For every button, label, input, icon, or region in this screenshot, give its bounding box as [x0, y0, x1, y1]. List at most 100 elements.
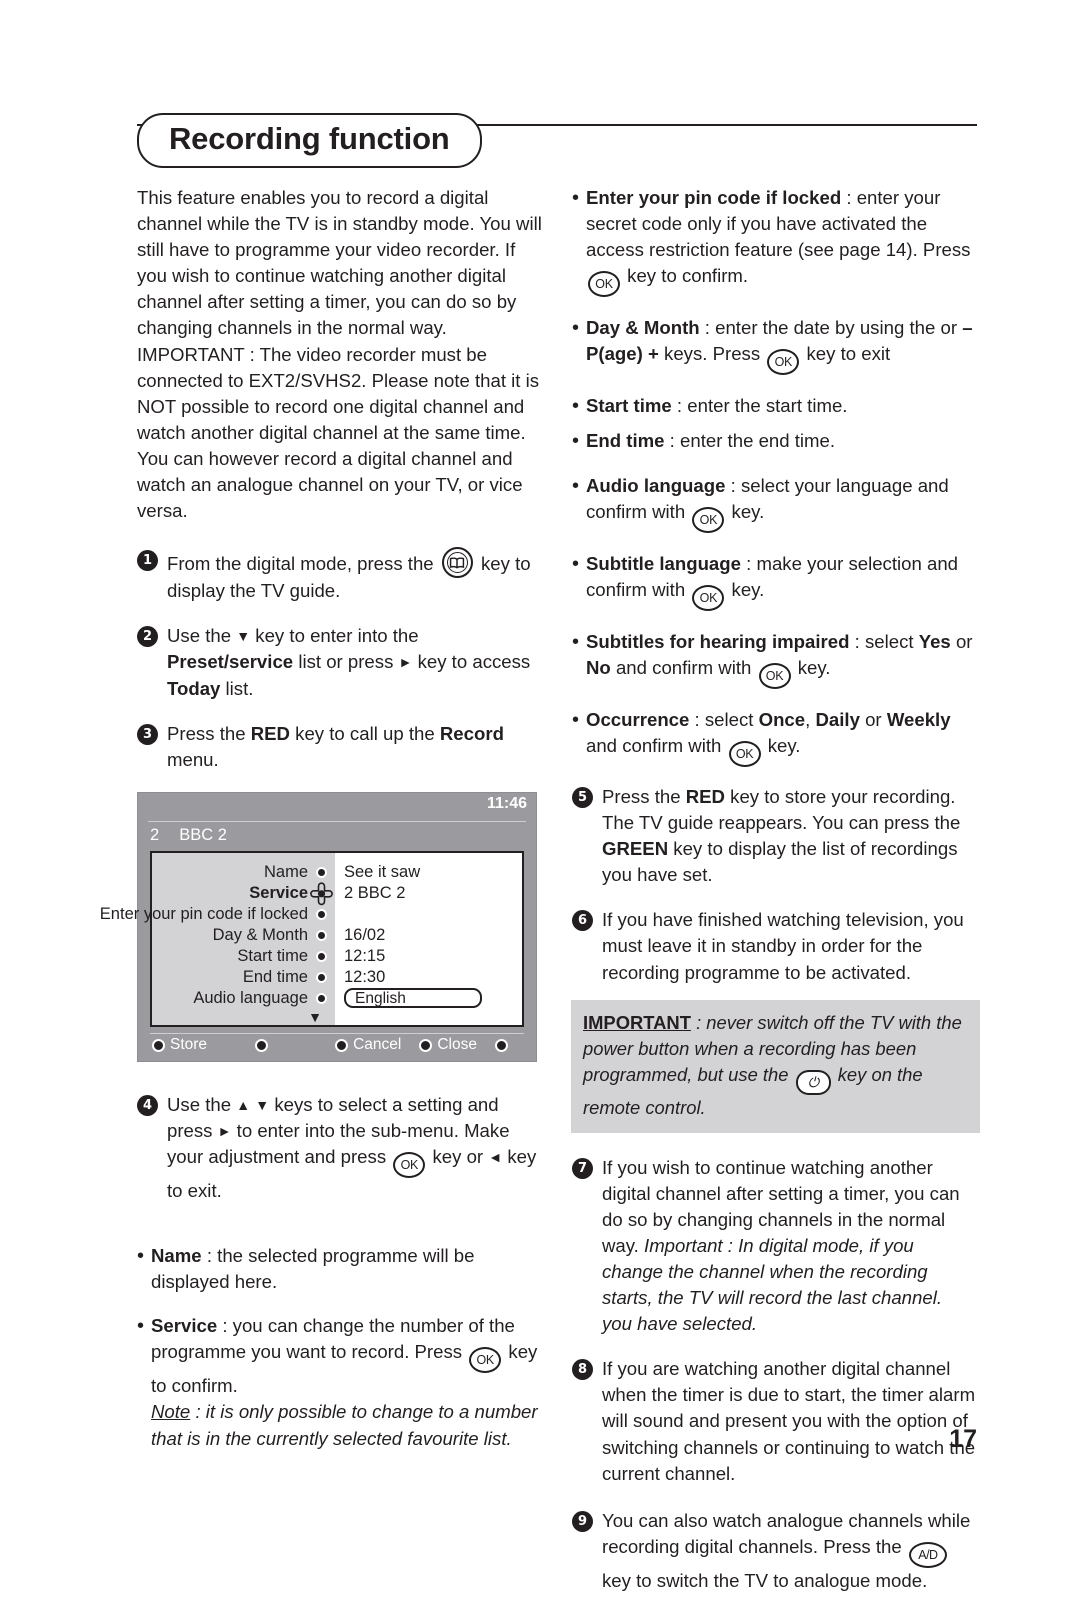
tv-value-audio-language[interactable]: English: [344, 987, 482, 1008]
bullet-start-time-text: enter the start time.: [687, 395, 848, 417]
bullet-subtitles-bold-no: No: [586, 656, 611, 678]
ok-key-icon: OK: [728, 740, 761, 767]
tv-key-store-label: Store: [170, 1036, 208, 1054]
tv-key-cancel[interactable]: Cancel: [335, 1036, 401, 1054]
arrow-down-icon: ▼: [236, 628, 251, 645]
tv-row-end-time[interactable]: End time: [152, 967, 335, 988]
step-9: 9 You can also watch analogue channels w…: [572, 1508, 977, 1594]
bullet-subtitles-hearing-impaired: • Subtitles for hearing impaired : selec…: [572, 629, 977, 689]
bullet-subtitles-text: select: [864, 630, 914, 652]
bullet-pin-code: • Enter your pin code if locked : enter …: [572, 185, 977, 298]
ok-key-icon: OK: [758, 662, 791, 689]
tv-footer-divider: [150, 1032, 524, 1034]
bullet-dot-icon: •: [572, 187, 580, 209]
bullet-occurrence-bold-once: Once: [758, 708, 806, 730]
step-1-body: From the digital mode, press the key to …: [167, 547, 542, 604]
tv-channel-name: BBC 2: [179, 825, 227, 844]
tv-row-pin-label: Enter your pin code if locked: [99, 904, 308, 923]
ok-key-icon: OK: [767, 349, 800, 376]
step-2-bold-preset-service: Preset/service: [167, 651, 294, 673]
step-9-body: You can also watch analogue channels whi…: [602, 1508, 977, 1594]
bullet-pin-code-text2: key to confirm.: [627, 265, 749, 287]
bullet-end-time-sep: :: [664, 430, 681, 452]
tv-clock: 11:46: [486, 794, 527, 812]
bullet-pin-code-label: Enter your pin code if locked: [586, 187, 842, 208]
tv-key-5[interactable]: [494, 1038, 513, 1052]
step-3: 3 Press the RED key to call up the Recor…: [137, 721, 542, 773]
step-4-text-a: Use the: [167, 1093, 232, 1115]
bullet-end-time: • End time : enter the end time.: [572, 428, 977, 454]
book-glyph: [450, 557, 465, 569]
arrow-right-icon: ►: [217, 1122, 232, 1139]
tv-guide-icon: [441, 547, 473, 579]
bullet-subtitle-language-label: Subtitle language: [586, 552, 741, 574]
bullet-occurrence-label: Occurrence: [586, 708, 690, 730]
bullet-name-body: Name : the selected programme will be di…: [151, 1243, 542, 1295]
step-5-body: Press the RED key to store your recordin…: [602, 784, 977, 888]
tv-row-audio-language[interactable]: Audio language: [152, 988, 335, 1009]
tv-key-close[interactable]: Close: [419, 1036, 477, 1054]
step-4: 4 Use the ▲ ▼ keys to select a setting a…: [137, 1092, 542, 1204]
bullet-service-sep: :: [217, 1315, 233, 1337]
tv-key-2[interactable]: [255, 1038, 273, 1052]
bullet-subtitle-language-text2: key.: [731, 578, 765, 600]
bullet-name-label: Name: [151, 1245, 202, 1267]
tv-key-close-label: Close: [437, 1036, 477, 1054]
bullet-dot-icon: •: [572, 395, 580, 418]
bullet-occurrence-bold-weekly: Weekly: [886, 708, 951, 730]
color-key-dot-icon: [152, 1038, 165, 1052]
tv-row-day-month[interactable]: Day & Month: [152, 925, 335, 946]
bullet-subtitles-text2: or: [955, 630, 973, 652]
bullet-occurrence-sep: :: [689, 708, 705, 730]
bullet-day-month-text2: keys. Press: [664, 343, 761, 365]
step-2-text-c: list or press: [298, 651, 394, 673]
step-6: 6 If you have finished watching televisi…: [572, 907, 977, 985]
bullet-dot-icon: •: [572, 430, 580, 453]
step-1: 1 From the digital mode, press the key t…: [137, 547, 542, 604]
bullet-subtitle-language-sep: :: [740, 552, 757, 574]
step-5-number: 5: [572, 786, 593, 808]
step-3-bold-red: RED: [250, 722, 290, 744]
bullet-occurrence-text2: or: [865, 708, 882, 730]
tv-key-cancel-label: Cancel: [353, 1036, 402, 1054]
bullet-day-month-label: Day & Month: [586, 317, 700, 339]
color-key-dot-icon: [335, 1038, 349, 1052]
color-key-dot-icon: [494, 1038, 508, 1052]
bullet-dot-icon: •: [137, 1315, 145, 1338]
bullet-pin-code-body: Enter your pin code if locked : enter yo…: [586, 185, 977, 298]
bullet-audio-language: • Audio language : select your language …: [572, 473, 977, 533]
tv-row-start-time[interactable]: Start time: [152, 946, 335, 967]
step-2-text-b: key to enter into the: [255, 625, 419, 647]
step-6-number: 6: [572, 910, 593, 932]
bullet-start-time-label: Start time: [586, 395, 672, 417]
ok-key-icon: OK: [692, 584, 725, 611]
page-number: 17: [949, 1425, 977, 1453]
tv-value-pin: [344, 904, 522, 925]
ok-key-icon: OK: [692, 506, 725, 533]
navigation-cursor-icon: [308, 880, 335, 907]
bullet-occurrence-comma: ,: [805, 708, 811, 730]
step-3-text-b: key to call up the: [295, 722, 435, 744]
step-1-text-a: From the digital mode, press the: [167, 553, 434, 575]
bullet-name: • Name : the selected programme will be …: [137, 1243, 542, 1295]
right-column: • Enter your pin code if locked : enter …: [571, 185, 980, 1613]
tv-key-store[interactable]: Store: [152, 1036, 207, 1054]
bullet-subtitle-language-body: Subtitle language : make your selection …: [586, 551, 977, 611]
step-2-bold-today: Today: [167, 677, 221, 699]
ok-key-icon: OK: [393, 1151, 426, 1178]
tv-row-service[interactable]: Service: [152, 880, 335, 907]
step-5-text-a: Press the: [602, 785, 681, 807]
bullet-day-month-text: enter the date by using the or: [715, 317, 958, 339]
step-8-body: If you are watching another digital chan…: [602, 1358, 976, 1484]
tv-channel-header: 2 BBC 2: [138, 822, 536, 851]
scroll-down-caret-icon[interactable]: ▼: [152, 1009, 335, 1025]
bullet-start-time: • Start time : enter the start time.: [572, 393, 977, 419]
tv-footer: Store Cancel Close: [138, 1032, 536, 1061]
step-7-body: If you wish to continue watching another…: [602, 1155, 977, 1338]
bullet-subtitles-bold-yes: Yes: [918, 630, 951, 652]
arrow-right-icon: ►: [398, 654, 413, 671]
bullet-dot-icon: •: [572, 552, 580, 575]
important-label: IMPORTANT: [583, 1011, 691, 1033]
step-2: 2 Use the ▼ key to enter into the Preset…: [137, 623, 542, 701]
bullet-dot-icon: •: [137, 1245, 145, 1268]
